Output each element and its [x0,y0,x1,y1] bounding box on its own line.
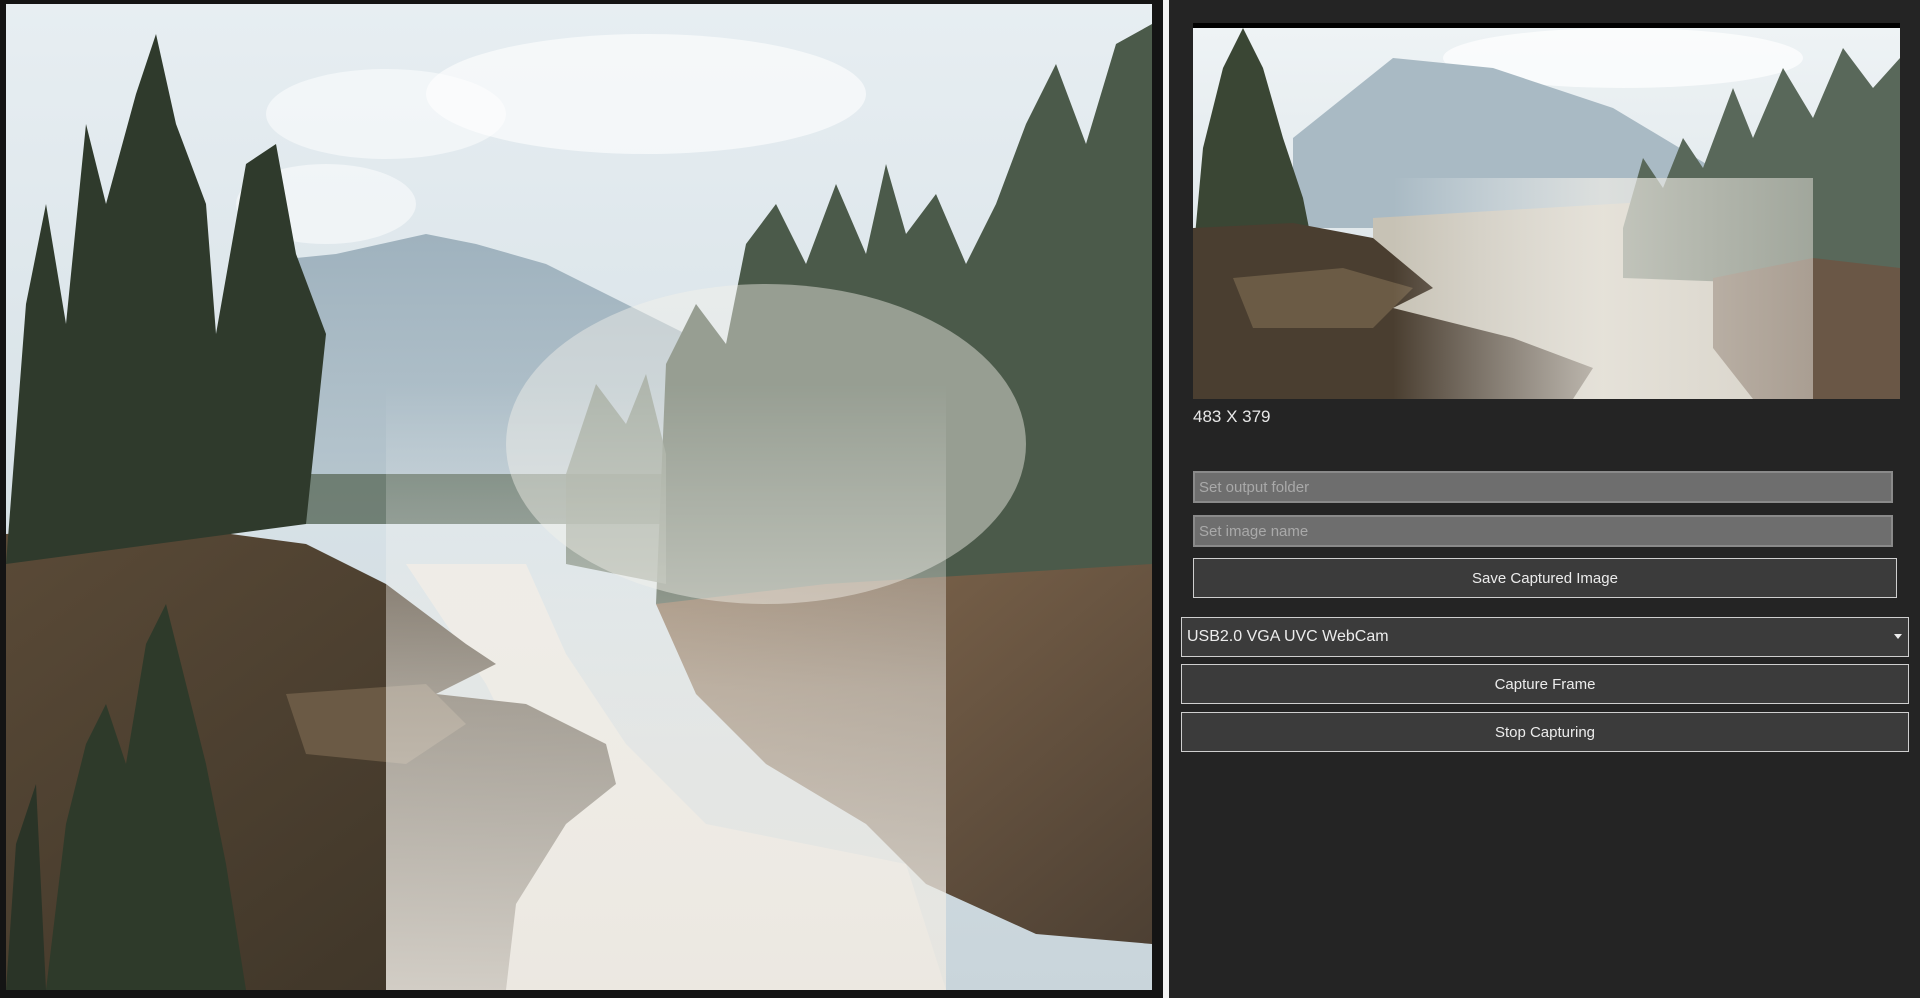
controls-panel: 483 X 379 Save Captured Image USB2.0 VGA… [1169,0,1920,998]
waterfall-canyon-scene [6,4,1152,990]
captured-frame-thumbnail [1193,28,1900,399]
preview-dimensions: 483 X 379 [1193,407,1271,426]
live-feed-panel [0,0,1163,998]
chevron-down-icon [1894,634,1902,639]
image-name-input[interactable] [1193,515,1893,547]
save-captured-image-button[interactable]: Save Captured Image [1193,558,1897,598]
camera-device-select[interactable]: USB2.0 VGA UVC WebCam [1181,617,1909,657]
stop-capturing-button[interactable]: Stop Capturing [1181,712,1909,752]
live-feed-image [6,4,1152,990]
captured-image-preview [1193,28,1900,399]
webcam-capture-app: 483 X 379 Save Captured Image USB2.0 VGA… [0,0,1920,998]
output-folder-input[interactable] [1193,471,1893,503]
capture-frame-button[interactable]: Capture Frame [1181,664,1909,704]
camera-device-selected: USB2.0 VGA UVC WebCam [1187,628,1389,645]
